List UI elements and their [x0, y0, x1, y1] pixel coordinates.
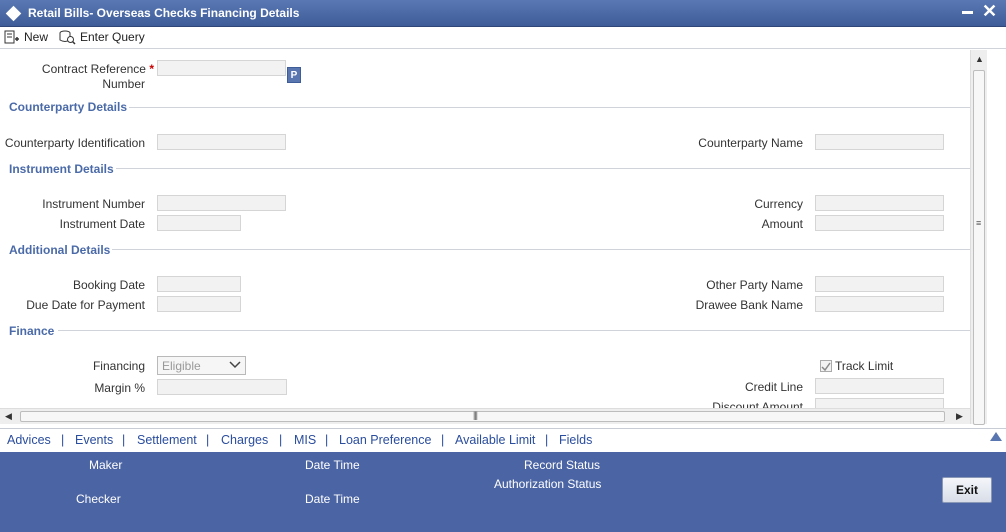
form-content: Contract Reference * Number P Counterpar… [0, 50, 970, 408]
booking-date-label: Booking Date [72, 278, 145, 292]
due-date-label: Due Date for Payment [26, 298, 145, 312]
link-settlement[interactable]: Settlement [137, 433, 197, 447]
horizontal-scroll-thumb[interactable]: ||| [20, 410, 945, 422]
link-charges[interactable]: Charges [221, 433, 268, 447]
credit-line-input[interactable] [815, 378, 944, 394]
counterparty-identification-input[interactable] [157, 134, 286, 150]
section-counterparty-title: Counterparty Details [9, 100, 128, 114]
link-fields[interactable]: Fields [559, 433, 592, 447]
amount-input[interactable] [815, 215, 944, 231]
link-separator: | [206, 433, 210, 447]
checker-date-time-label: Date Time [305, 492, 360, 506]
section-finance-title: Finance [9, 324, 55, 338]
track-limit-label: Track Limit [835, 359, 894, 373]
other-party-name-label: Other Party Name [706, 278, 803, 292]
toolbar: New Enter Query [0, 27, 1006, 49]
section-divider [116, 168, 970, 169]
grip-icon: ||| [473, 410, 478, 420]
title-bar: Retail Bills- Overseas Checks Financing … [0, 0, 1006, 27]
link-separator: | [279, 433, 283, 447]
financing-value: Eligible [162, 359, 201, 373]
grip-icon: ≡ [976, 218, 981, 228]
instrument-date-label: Instrument Date [59, 217, 145, 231]
link-separator: | [545, 433, 549, 447]
counterparty-identification-label: Counterparty Identification [4, 136, 145, 150]
contract-reference-label: Contract Reference * [41, 62, 154, 76]
instrument-number-label: Instrument Number [42, 197, 145, 211]
margin-percent-label: Margin % [94, 381, 145, 395]
authorization-status-label: Authorization Status [494, 477, 602, 491]
track-limit-checkbox[interactable] [820, 360, 832, 372]
contract-reference-input[interactable] [157, 60, 286, 76]
section-divider [112, 249, 970, 250]
financing-select[interactable]: Eligible [157, 356, 246, 375]
link-advices[interactable]: Advices [7, 433, 51, 447]
checkmark-icon [821, 362, 831, 372]
new-document-icon [4, 30, 19, 44]
minimize-icon[interactable] [962, 11, 973, 14]
vertical-scrollbar[interactable]: ▲ ≡ [970, 50, 987, 425]
link-events[interactable]: Events [75, 433, 113, 447]
currency-input[interactable] [815, 195, 944, 211]
exit-button[interactable]: Exit [942, 477, 992, 503]
drawee-bank-name-input[interactable] [815, 296, 944, 312]
credit-line-label: Credit Line [744, 380, 803, 394]
enter-query-button[interactable]: Enter Query [58, 28, 145, 46]
discount-amount-label: Discount Amount [712, 400, 803, 408]
link-mis[interactable]: MIS [294, 433, 316, 447]
maker-label: Maker [89, 458, 123, 472]
due-date-input[interactable] [157, 296, 241, 312]
discount-amount-input[interactable] [815, 398, 944, 408]
counterparty-name-input[interactable] [815, 134, 944, 150]
counterparty-name-label: Counterparty Name [698, 136, 803, 150]
maker-date-time-label: Date Time [305, 458, 360, 472]
scroll-left-arrow-icon[interactable]: ◀ [5, 411, 12, 422]
horizontal-scrollbar[interactable]: ◀ ||| ▶ [0, 408, 970, 424]
drawee-bank-name-label: Drawee Bank Name [695, 298, 803, 312]
checker-label: Checker [76, 492, 121, 506]
collapse-up-icon[interactable] [990, 432, 1002, 441]
app-diamond-icon [5, 5, 22, 22]
new-button[interactable]: New [4, 28, 48, 46]
financing-label: Financing [92, 359, 145, 373]
chevron-down-icon [229, 361, 241, 369]
contract-reference-label-line2: Number [102, 77, 145, 91]
scroll-right-arrow-icon[interactable]: ▶ [956, 411, 963, 422]
section-divider [58, 330, 970, 331]
close-icon[interactable]: ✕ [982, 1, 997, 21]
audit-footer: Maker Date Time Record Status Authorizat… [0, 452, 1006, 532]
window-title: Retail Bills- Overseas Checks Financing … [28, 6, 300, 20]
enter-query-label: Enter Query [80, 30, 145, 44]
instrument-date-input[interactable] [157, 215, 241, 231]
section-additional-title: Additional Details [9, 243, 111, 257]
link-separator: | [441, 433, 445, 447]
query-icon [59, 30, 76, 45]
scroll-up-arrow-icon[interactable]: ▲ [975, 54, 984, 64]
link-separator: | [122, 433, 126, 447]
currency-label: Currency [754, 197, 803, 211]
link-available-limit[interactable]: Available Limit [455, 433, 535, 447]
link-loan-preference[interactable]: Loan Preference [339, 433, 431, 447]
section-instrument-title: Instrument Details [9, 162, 114, 176]
other-party-name-input[interactable] [815, 276, 944, 292]
amount-label: Amount [761, 217, 803, 231]
section-divider [129, 107, 970, 108]
margin-percent-input[interactable] [157, 379, 287, 395]
booking-date-input[interactable] [157, 276, 241, 292]
subsystem-link-bar: Advices | Events | Settlement | Charges … [0, 428, 1006, 450]
vertical-scroll-thumb[interactable]: ≡ [973, 70, 985, 425]
contract-reference-lookup-button[interactable]: P [287, 67, 301, 83]
link-separator: | [61, 433, 65, 447]
new-label: New [24, 30, 49, 44]
record-status-label: Record Status [524, 458, 601, 472]
instrument-number-input[interactable] [157, 195, 286, 211]
link-separator: | [325, 433, 329, 447]
